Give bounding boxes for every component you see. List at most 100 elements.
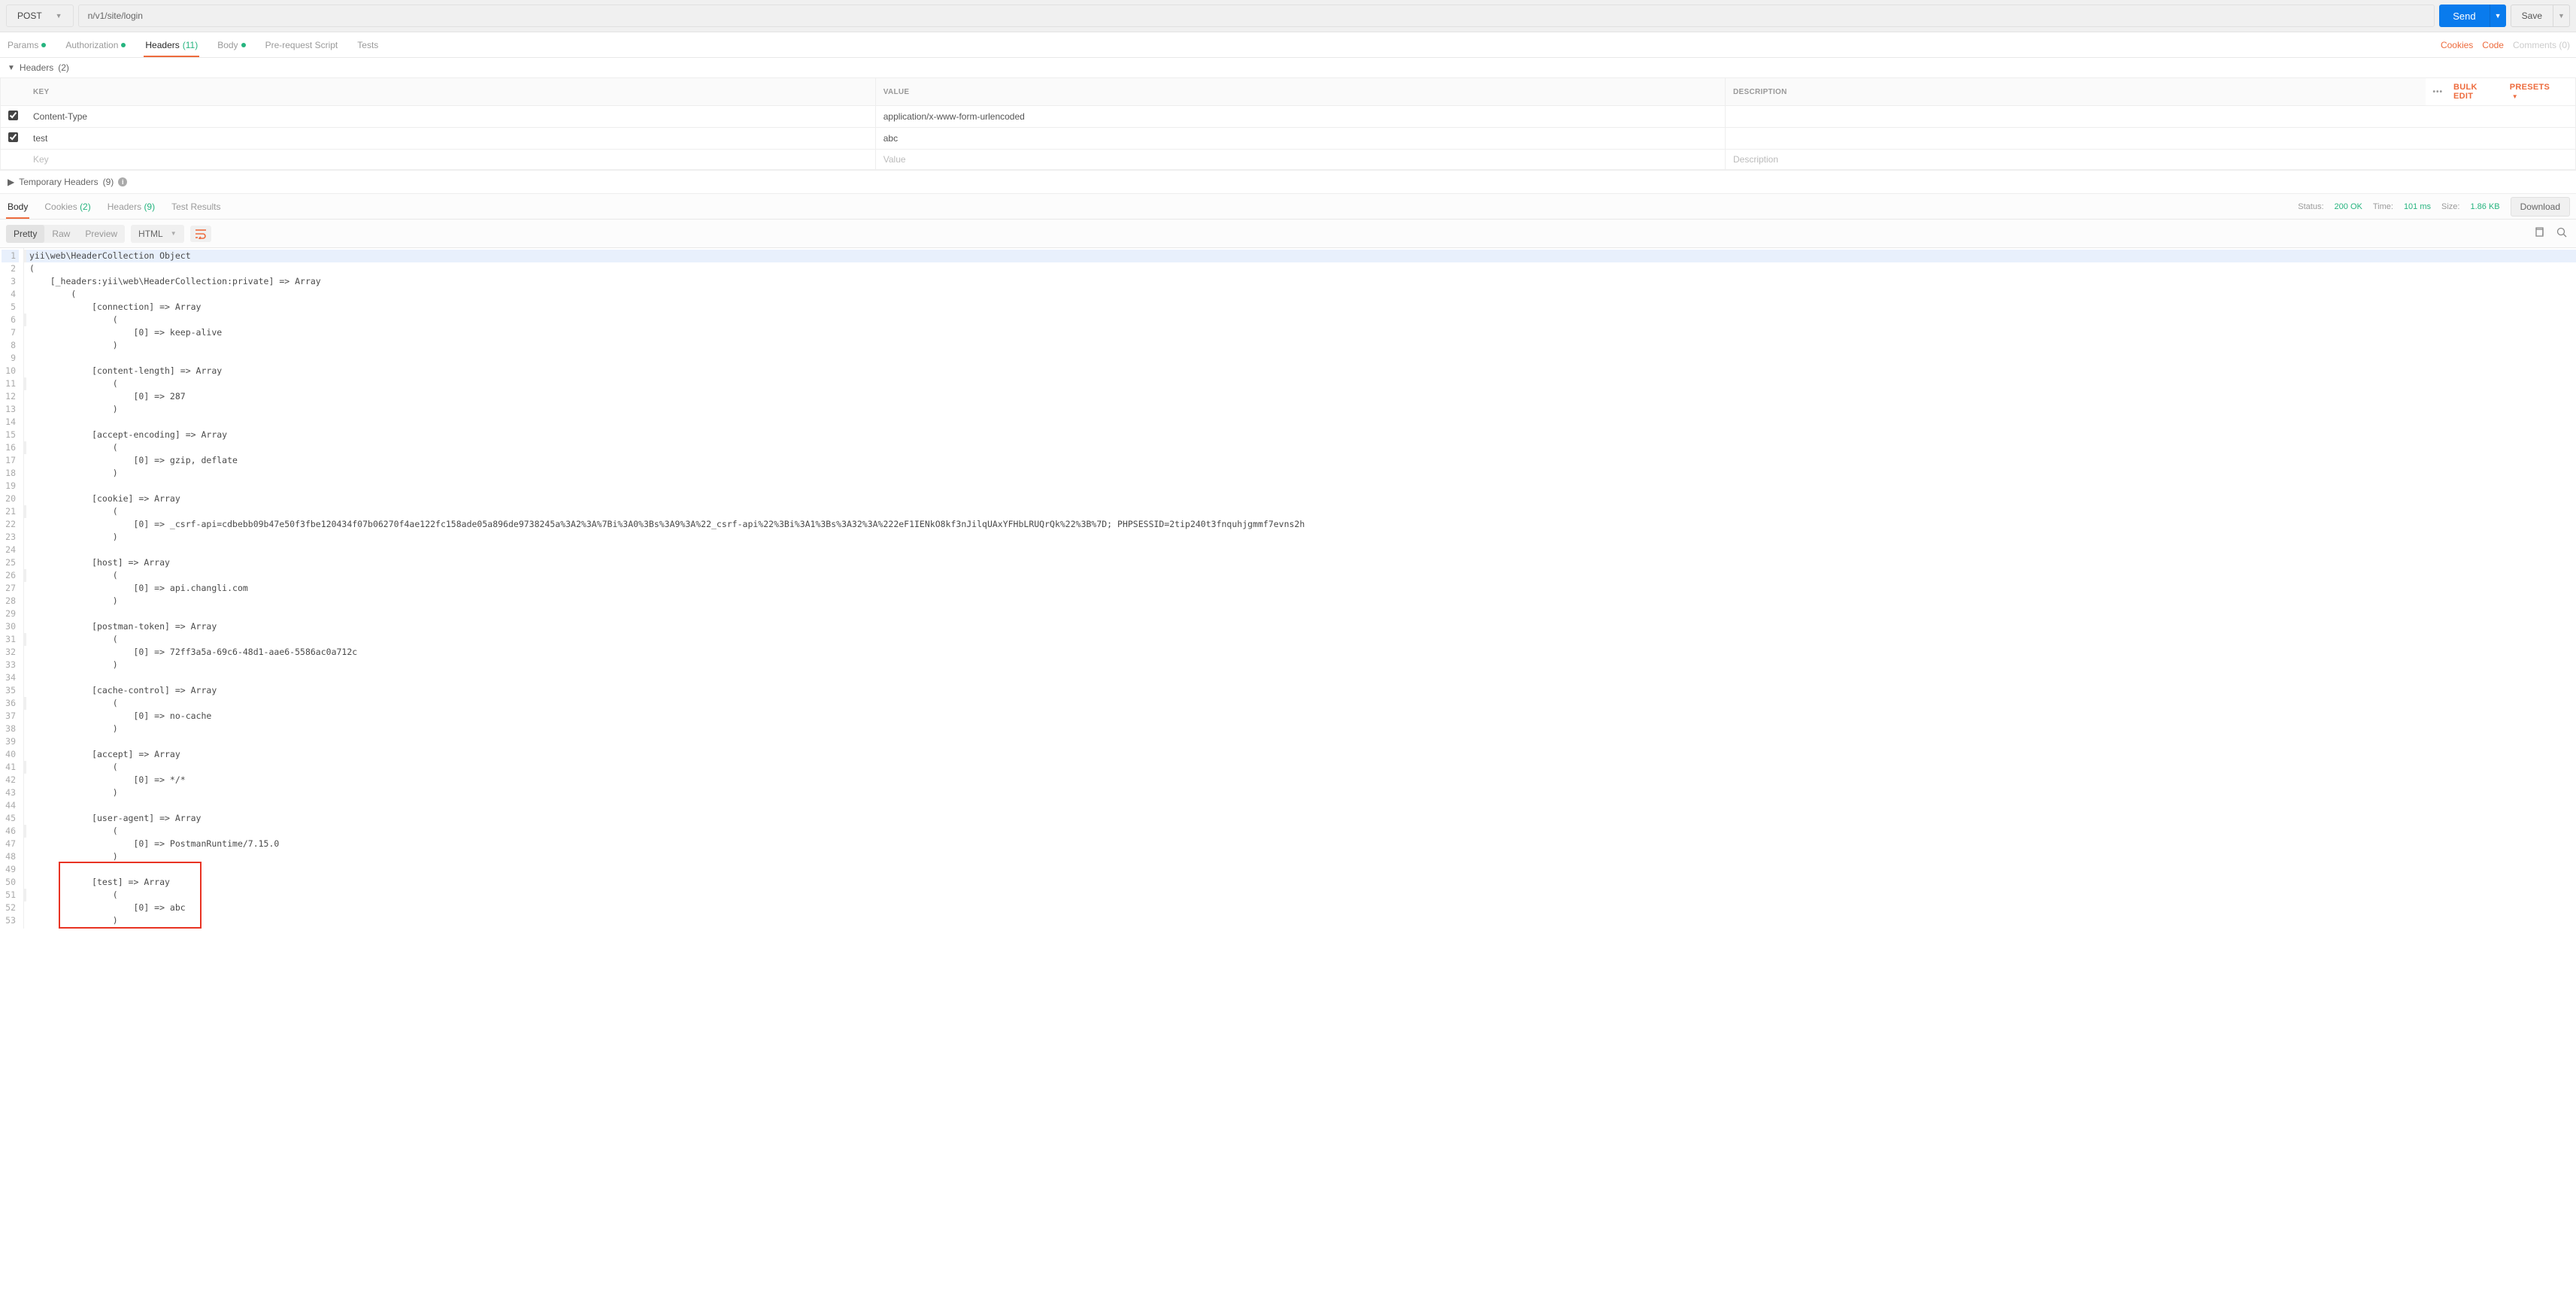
view-mode-group: Pretty Raw Preview (6, 225, 125, 243)
chevron-down-icon: ▼ (56, 12, 62, 20)
search-icon-svg (2556, 227, 2567, 238)
bulk-edit-link[interactable]: Bulk Edit (2453, 83, 2499, 101)
resp-tab-cookies-label: Cookies (44, 202, 77, 212)
new-key-input[interactable]: Key (26, 150, 875, 170)
request-tabs: Params Authorization Headers (11) Body P… (6, 34, 380, 56)
status-dot-icon (121, 43, 126, 47)
row-checkbox-empty (1, 150, 26, 170)
line-number-gutter: 1234567891011121314151617181920212223242… (0, 248, 24, 929)
status-dot-icon (41, 43, 46, 47)
row-checkbox[interactable] (8, 111, 18, 120)
send-button-group: Send ▼ (2439, 5, 2505, 27)
send-button[interactable]: Send (2439, 5, 2489, 27)
tab-headers-label: Headers (145, 40, 179, 50)
search-icon[interactable] (2553, 224, 2570, 243)
table-row: test abc (1, 128, 2576, 150)
status-dot-icon (241, 43, 246, 47)
code-link[interactable]: Code (2482, 40, 2504, 50)
header-desc-cell[interactable] (1726, 128, 2576, 150)
headers-section-count: (2) (58, 62, 69, 73)
header-value-cell[interactable]: application/x-www-form-urlencoded (875, 106, 1725, 128)
save-button-group: Save ▼ (2511, 5, 2570, 27)
download-button[interactable]: Download (2511, 197, 2570, 217)
table-row: Content-Type application/x-www-form-urle… (1, 106, 2576, 128)
tab-authorization[interactable]: Authorization (64, 34, 127, 56)
save-button[interactable]: Save (2511, 5, 2553, 27)
new-desc-input[interactable]: Description (1726, 150, 2576, 170)
key-column-header: KEY (26, 78, 875, 106)
checkbox-column (1, 78, 26, 106)
response-tabs-row: Body Cookies (2) Headers (9) Test Result… (0, 194, 2576, 220)
chevron-down-icon: ▼ (171, 230, 177, 237)
info-icon[interactable]: i (118, 177, 127, 186)
tab-prerequest[interactable]: Pre-request Script (264, 34, 340, 56)
tab-tests-label: Tests (357, 40, 378, 50)
new-value-input[interactable]: Value (875, 150, 1725, 170)
header-desc-cell[interactable] (1726, 106, 2576, 128)
desc-column-header: DESCRIPTION (1726, 78, 2426, 106)
chevron-right-icon: ▶ (8, 177, 14, 187)
copy-icon-svg (2534, 227, 2544, 238)
resp-tab-tests-label: Test Results (171, 202, 220, 212)
header-table-actions: ••• Bulk Edit Presets ▼ (2433, 83, 2568, 101)
view-preview-button[interactable]: Preview (77, 225, 125, 243)
header-value-cell[interactable]: abc (875, 128, 1725, 150)
send-dropdown-button[interactable]: ▼ (2490, 5, 2506, 27)
tab-body[interactable]: Body (216, 34, 247, 56)
response-tabs: Body Cookies (2) Headers (9) Test Result… (6, 195, 222, 218)
request-actions: Cookies Code Comments (0) (2441, 40, 2570, 50)
header-key-cell[interactable]: test (26, 128, 875, 150)
cookies-link[interactable]: Cookies (2441, 40, 2473, 50)
time-value: 101 ms (2404, 202, 2431, 211)
resp-tab-cookies[interactable]: Cookies (2) (43, 195, 92, 218)
copy-icon[interactable] (2531, 224, 2547, 243)
headers-table: KEY VALUE DESCRIPTION ••• Bulk Edit Pres… (0, 77, 2576, 170)
chevron-down-icon: ▼ (2512, 93, 2518, 100)
tab-body-label: Body (217, 40, 238, 50)
presets-label: Presets (2510, 83, 2550, 92)
url-input[interactable]: n/v1/site/login (78, 5, 2435, 27)
tab-tests[interactable]: Tests (356, 34, 380, 56)
response-code-wrap: 1234567891011121314151617181920212223242… (0, 248, 2576, 929)
size-value: 1.86 KB (2470, 202, 2499, 211)
wrap-lines-button[interactable] (190, 226, 211, 242)
presets-dropdown[interactable]: Presets ▼ (2510, 83, 2560, 101)
row-checkbox[interactable] (8, 132, 18, 142)
chevron-down-icon: ▼ (8, 64, 15, 72)
table-new-row: Key Value Description (1, 150, 2576, 170)
body-toolbar: Pretty Raw Preview HTML ▼ (0, 220, 2576, 248)
temp-headers-count: (9) (103, 177, 114, 187)
resp-tab-tests[interactable]: Test Results (170, 195, 222, 218)
code-lines[interactable]: yii\web\HeaderCollection Object( [_heade… (24, 248, 2576, 929)
resp-tab-headers-count: (9) (144, 202, 155, 212)
table-header-row: KEY VALUE DESCRIPTION ••• Bulk Edit Pres… (1, 78, 2576, 106)
more-icon[interactable]: ••• (2433, 88, 2444, 96)
resp-tab-body[interactable]: Body (6, 195, 29, 218)
resp-tab-headers[interactable]: Headers (9) (106, 195, 156, 218)
headers-section-title: Headers (20, 62, 53, 73)
url-value: n/v1/site/login (88, 11, 143, 21)
value-column-header: VALUE (875, 78, 1725, 106)
resp-tab-cookies-count: (2) (80, 202, 91, 212)
tab-authorization-label: Authorization (65, 40, 118, 50)
language-value: HTML (138, 229, 163, 239)
status-label: Status: (2298, 202, 2323, 211)
tab-params[interactable]: Params (6, 34, 47, 56)
language-select[interactable]: HTML ▼ (131, 225, 184, 243)
wrap-icon (195, 229, 207, 239)
view-raw-button[interactable]: Raw (44, 225, 77, 243)
tab-params-label: Params (8, 40, 38, 50)
method-select[interactable]: POST ▼ (6, 5, 74, 27)
save-dropdown-button[interactable]: ▼ (2553, 5, 2570, 27)
resp-tab-body-label: Body (8, 202, 28, 212)
comments-link[interactable]: Comments (0) (2513, 40, 2570, 50)
header-key-cell[interactable]: Content-Type (26, 106, 875, 128)
response-code-area[interactable]: 1234567891011121314151617181920212223242… (0, 248, 2576, 929)
time-label: Time: (2373, 202, 2393, 211)
headers-section-toggle[interactable]: ▼ Headers (2) (0, 58, 2576, 77)
view-pretty-button[interactable]: Pretty (6, 225, 44, 243)
tab-headers[interactable]: Headers (11) (144, 34, 199, 56)
temporary-headers-toggle[interactable]: ▶ Temporary Headers (9) i (0, 170, 2576, 194)
tab-headers-count: (11) (183, 40, 198, 50)
status-value: 200 OK (2335, 202, 2362, 211)
